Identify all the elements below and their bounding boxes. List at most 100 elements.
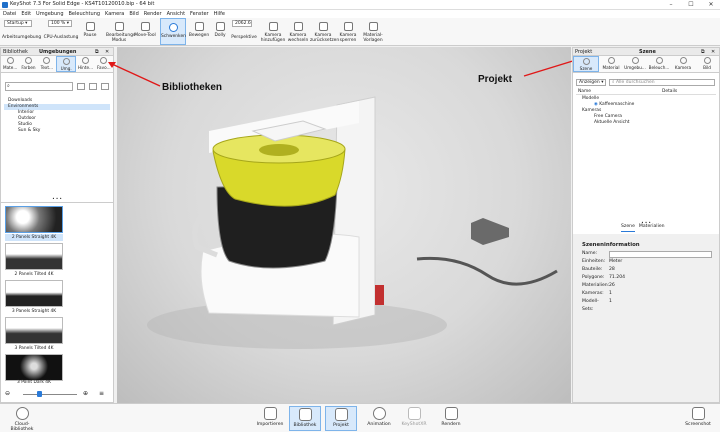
menu-fenster[interactable]: Fenster	[190, 11, 209, 17]
menu-ansicht[interactable]: Ansicht	[167, 11, 185, 17]
keyshotxr-button[interactable]: KeyShotXR	[398, 406, 430, 431]
pause-button[interactable]: Pause	[82, 18, 98, 45]
subtab-materials[interactable]: Materialien	[639, 224, 665, 232]
render-viewport[interactable]	[117, 47, 571, 403]
tab-textures[interactable]: Text...	[38, 56, 56, 72]
fov-field[interactable]: 2062.6	[232, 20, 252, 27]
info-cameras-row: Kameras: 1	[582, 290, 712, 298]
cpu-button[interactable]: CPU-Auslastung	[42, 27, 80, 45]
lock-camera-button[interactable]: Kamera sperren	[336, 18, 360, 45]
env-thumbnail-label: 3 Panels Straight 4K	[11, 309, 57, 314]
screenshot-label: Screenshot	[685, 422, 711, 427]
tab-environments[interactable]: Umg.	[55, 56, 77, 72]
env-thumbnail[interactable]	[5, 317, 63, 344]
workspace-button[interactable]: Arbeitsumgebung	[2, 27, 42, 45]
close-icon[interactable]: ✕	[704, 0, 718, 10]
tab-lighting[interactable]: Beleuch...	[647, 56, 671, 72]
tab-backplates-label: Hinte...	[77, 65, 94, 70]
tab-colors[interactable]: Farben	[19, 56, 37, 72]
scene-search-placeholder: Alle durchsuchen	[615, 80, 655, 85]
menu-edit[interactable]: Edit	[21, 11, 31, 17]
tab-environment[interactable]: Umgebu...	[623, 56, 647, 72]
library-action-icon-1[interactable]	[77, 83, 85, 90]
pan-button[interactable]: Schwenken	[160, 18, 186, 45]
dolly-button[interactable]: Dolly	[212, 18, 228, 45]
env-thumbnail[interactable]	[5, 280, 63, 307]
splitter-dots[interactable]: • • •	[1, 196, 113, 201]
workspace-label: Arbeitsumgebung	[2, 35, 42, 40]
tab-scene[interactable]: Szene	[573, 56, 599, 72]
menu-beleuchtung[interactable]: Beleuchtung	[69, 11, 101, 17]
maximize-icon[interactable]: ☐	[684, 0, 698, 10]
perspective-button[interactable]: Perspektive	[230, 27, 258, 45]
cpu-select[interactable]: 100 % ▾	[48, 20, 72, 27]
render-label: Rendern	[441, 422, 461, 427]
menu-umgebung[interactable]: Umgebung	[36, 11, 63, 17]
library-close-icon[interactable]: ✕	[105, 48, 109, 56]
menu-kamera[interactable]: Kamera	[105, 11, 124, 17]
thumb-size-slider[interactable]	[23, 394, 77, 395]
project-button[interactable]: Projekt	[325, 406, 357, 431]
project-close-icon[interactable]: ✕	[711, 48, 715, 56]
add-camera-button[interactable]: Kamera hinzufügen	[260, 18, 286, 45]
scene-columns: Name Details	[576, 89, 716, 95]
reset-camera-button[interactable]: Kamera zurücksetzen	[310, 18, 339, 45]
workspace-select[interactable]: Startup ▾	[4, 20, 32, 27]
cpu-value: 100 %	[51, 21, 66, 26]
material-templates-icon	[368, 22, 378, 31]
scene-info-title: Szeneninformation	[582, 242, 640, 248]
zoom-out-icon[interactable]: ⊖	[5, 390, 10, 397]
tab-textures-label: Text...	[40, 65, 54, 70]
edit-mode-button[interactable]: Bearbeitungs-Modus	[106, 18, 137, 45]
slider-handle[interactable]	[37, 391, 42, 397]
project-undock-icon[interactable]: ⧉	[701, 48, 705, 56]
play-icon	[372, 407, 386, 420]
material-templates-button[interactable]: Material-Vorlagen	[360, 18, 386, 45]
library-footer: ⊖ ⊕ ≡	[3, 389, 111, 399]
move-button[interactable]: Bewegen	[188, 18, 210, 45]
library-search-input[interactable]: ⌕	[5, 82, 73, 91]
edit-mode-label: Bearbeitungs-Modus	[106, 33, 137, 43]
menu-hilfe[interactable]: Hilfe	[214, 11, 225, 17]
render-button[interactable]: Rendern	[436, 406, 466, 431]
tab-backplates[interactable]: Hinte...	[76, 56, 94, 72]
library-button[interactable]: Bibliothek	[289, 406, 321, 431]
project-section: Szene	[639, 49, 656, 55]
env-thumbnail[interactable]	[5, 243, 63, 270]
info-name-field[interactable]	[609, 250, 712, 258]
zoom-in-icon[interactable]: ⊕	[83, 390, 88, 397]
library-action-icon-2[interactable]	[89, 83, 97, 90]
env-thumbnail[interactable]	[5, 354, 63, 381]
tab-image[interactable]: Bild	[695, 56, 719, 72]
move-tool-button[interactable]: Move-Tool	[134, 18, 156, 45]
screenshot-button[interactable]: Screenshot	[680, 406, 716, 431]
tree-sun-sky[interactable]: Sun & Sky	[4, 128, 110, 134]
column-name[interactable]: Name	[578, 89, 591, 94]
column-details[interactable]: Details	[662, 89, 677, 94]
tab-camera[interactable]: Kamera	[671, 56, 695, 72]
filter-select[interactable]: Anzeigen ▾	[576, 79, 606, 86]
menu-datei[interactable]: Datei	[3, 11, 16, 17]
list-view-icon[interactable]: ≡	[99, 390, 104, 397]
minimize-icon[interactable]: –	[664, 0, 678, 10]
move-icon	[194, 22, 204, 31]
info-parts-value: 28	[609, 267, 615, 272]
menu-bild[interactable]: Bild	[129, 11, 138, 17]
undock-icon[interactable]: ⧉	[95, 48, 99, 56]
import-button[interactable]: Importieren	[255, 406, 285, 431]
env-thumbnail[interactable]	[5, 206, 63, 233]
switch-camera-button[interactable]: Kamera wechseln	[286, 18, 310, 45]
annotation-projekt: Projekt	[478, 74, 512, 85]
subtab-scene[interactable]: Szene	[621, 224, 635, 232]
menu-render[interactable]: Render	[144, 11, 162, 17]
coffee-machine-render	[147, 96, 558, 349]
tree-current-view[interactable]: Aktuelle Ansicht	[576, 120, 716, 126]
tab-materials[interactable]: Mate...	[1, 56, 19, 72]
tab-material[interactable]: Material	[599, 56, 623, 72]
scene-search-input[interactable]: ⌕ Alle durchsuchen	[609, 79, 715, 86]
cloud-library-button[interactable]: Cloud-Bibliothek	[4, 406, 40, 432]
env-thumbnail-label: 2 Panels Tilted 4K	[14, 272, 54, 277]
animation-button[interactable]: Animation	[364, 406, 394, 431]
move-tool-label: Move-Tool	[134, 33, 156, 38]
tab-material-label: Material	[602, 65, 620, 70]
